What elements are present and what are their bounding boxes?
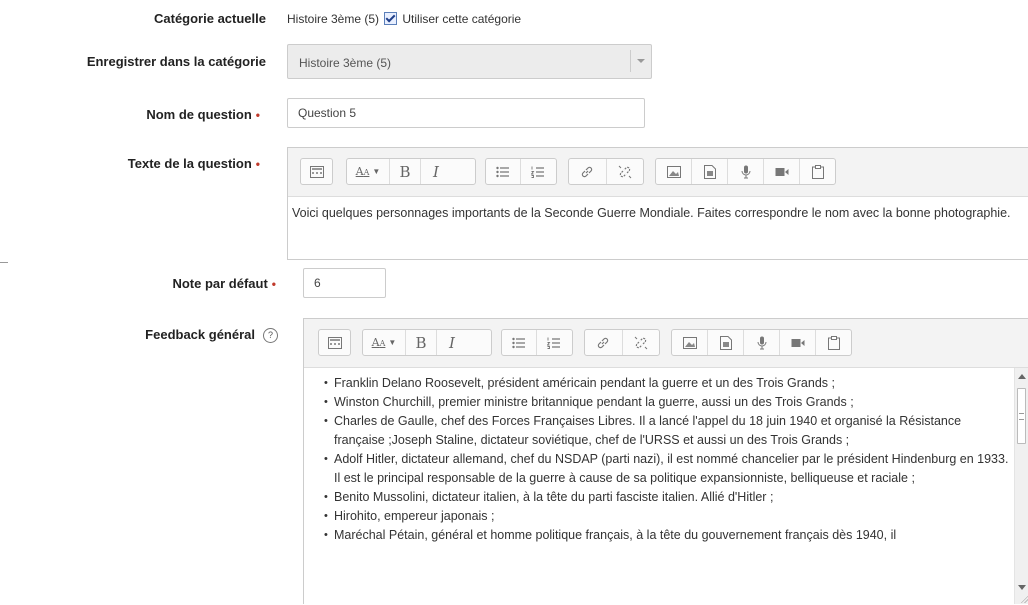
default-mark-label: Note par défaut • — [172, 276, 276, 291]
current-category-label: Catégorie actuelle — [154, 11, 266, 26]
list-item: Winston Churchill, premier ministre brit… — [324, 393, 1013, 412]
image-icon[interactable] — [672, 330, 707, 355]
toolbar-group-lists — [501, 329, 573, 356]
question-name-label: Nom de question • — [146, 107, 260, 122]
current-category-value-row: Histoire 3ème (5) Utiliser cette catégor… — [287, 12, 521, 26]
list-item: Franklin Delano Roosevelt, président amé… — [324, 374, 1013, 393]
unordered-list-icon[interactable] — [486, 159, 520, 184]
toolbar-group-format: AA ▼ B I — [346, 158, 476, 185]
image-icon[interactable] — [656, 159, 691, 184]
bold-icon[interactable]: B — [389, 159, 420, 184]
toolbar-group-media — [655, 158, 836, 185]
question-name-input[interactable]: Question 5 — [287, 98, 645, 128]
required-icon: • — [271, 277, 276, 291]
unlink-icon[interactable] — [605, 159, 644, 184]
toolbar-group-toggle — [318, 329, 351, 356]
default-mark-label-text: Note par défaut — [172, 276, 268, 291]
scroll-up-icon[interactable] — [1018, 374, 1026, 379]
current-category-value: Histoire 3ème (5) — [287, 12, 380, 26]
toolbar-toggle-icon[interactable] — [319, 330, 350, 355]
save-category-selected: Histoire 3ème (5) — [299, 56, 392, 70]
record-audio-icon[interactable] — [743, 330, 779, 355]
toolbar-group-media — [671, 329, 852, 356]
toolbar-group-links — [584, 329, 660, 356]
required-icon: • — [255, 108, 260, 122]
record-video-icon[interactable] — [779, 330, 815, 355]
required-icon: • — [255, 157, 260, 171]
feedback-scrollbar[interactable] — [1014, 368, 1028, 604]
use-category-label: Utiliser cette catégorie — [402, 12, 522, 26]
help-icon[interactable]: ? — [263, 328, 278, 343]
toolbar-group-format: AA ▼ B I — [362, 329, 492, 356]
ordered-list-icon[interactable] — [520, 159, 555, 184]
manage-files-icon[interactable] — [815, 330, 851, 355]
font-size-icon[interactable]: AA ▼ — [363, 330, 405, 355]
question-text-label-text: Texte de la question — [127, 156, 252, 171]
save-category-select[interactable]: Histoire 3ème (5) — [287, 44, 652, 79]
media-icon[interactable] — [707, 330, 743, 355]
resize-handle-icon[interactable] — [1020, 595, 1028, 603]
question-text-label: Texte de la question • — [128, 156, 260, 171]
toolbar-group-toggle — [300, 158, 333, 185]
list-item: Charles de Gaulle, chef des Forces Franç… — [324, 412, 1013, 450]
question-text-toolbar: AA ▼ B I — [288, 148, 1028, 197]
chevron-down-icon — [630, 50, 651, 72]
list-item: Benito Mussolini, dictateur italien, à l… — [324, 488, 1013, 507]
use-category-checkbox[interactable] — [384, 12, 398, 25]
default-mark-input[interactable]: 6 — [303, 268, 386, 298]
record-video-icon[interactable] — [763, 159, 799, 184]
record-audio-icon[interactable] — [727, 159, 763, 184]
italic-icon[interactable]: I — [436, 330, 467, 355]
list-item: Maréchal Pétain, général et homme politi… — [324, 526, 1013, 545]
general-feedback-content[interactable]: Franklin Delano Roosevelt, président amé… — [304, 374, 1013, 605]
unordered-list-icon[interactable] — [502, 330, 536, 355]
question-text-editor[interactable]: AA ▼ B I Voici quelques personnages impo… — [287, 147, 1028, 260]
toolbar-toggle-icon[interactable] — [301, 159, 332, 184]
link-icon[interactable] — [569, 159, 606, 184]
ordered-list-icon[interactable] — [536, 330, 571, 355]
italic-icon[interactable]: I — [420, 159, 451, 184]
bold-icon[interactable]: B — [405, 330, 436, 355]
toolbar-group-lists — [485, 158, 557, 185]
question-text-content[interactable]: Voici quelques personnages importants de… — [288, 204, 1028, 223]
feedback-list: Franklin Delano Roosevelt, président amé… — [304, 374, 1013, 545]
scroll-down-icon[interactable] — [1018, 585, 1026, 590]
divider — [0, 262, 8, 263]
general-feedback-toolbar: AA ▼ B I — [304, 319, 1028, 368]
media-icon[interactable] — [691, 159, 727, 184]
list-item: Hirohito, empereur japonais ; — [324, 507, 1013, 526]
toolbar-group-links — [568, 158, 644, 185]
list-item: Adolf Hitler, dictateur allemand, chef d… — [324, 450, 1013, 488]
scroll-thumb[interactable] — [1017, 388, 1026, 444]
unlink-icon[interactable] — [621, 330, 660, 355]
general-feedback-editor[interactable]: AA ▼ B I • Franklin Delano Roosevelt, pr… — [303, 318, 1028, 604]
general-feedback-label-text: Feedback général — [145, 327, 255, 342]
question-name-label-text: Nom de question — [146, 107, 252, 122]
general-feedback-label: Feedback général? — [145, 327, 278, 343]
font-size-icon[interactable]: AA ▼ — [347, 159, 389, 184]
manage-files-icon[interactable] — [799, 159, 835, 184]
save-category-label: Enregistrer dans la catégorie — [86, 54, 266, 69]
link-icon[interactable] — [585, 330, 622, 355]
